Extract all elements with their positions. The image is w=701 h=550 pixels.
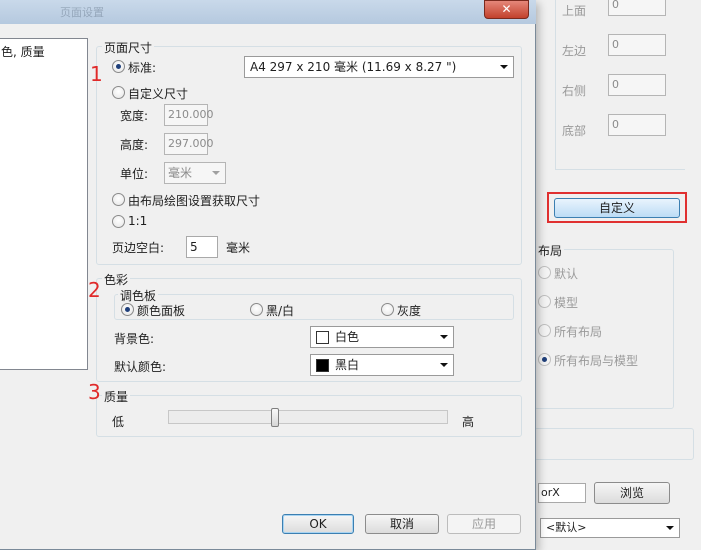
page-setup-dialog: 页面设置 ✕ 色, 质量 页面尺寸 1 标准: A4 297 x 210 毫米 … [0, 0, 536, 550]
default-color-label: 默认颜色: [114, 360, 167, 374]
palette-gray-label: 灰度 [397, 304, 422, 318]
margin-unit-label: 毫米 [226, 241, 251, 255]
quality-low-label: 低 [112, 415, 125, 429]
default-swatch [316, 359, 329, 372]
chevron-down-icon [440, 363, 448, 367]
close-icon: ✕ [501, 2, 512, 16]
palette-color-label: 颜色面板 [137, 304, 186, 318]
width-label: 宽度: [120, 109, 149, 123]
bg-browse-button[interactable]: 浏览 [594, 482, 670, 504]
standard-size-radio[interactable] [112, 60, 125, 73]
custom-size-label: 自定义尺寸 [128, 87, 189, 101]
bg-margin-right-label: 右侧 [562, 84, 587, 98]
height-label: 高度: [120, 138, 149, 152]
from-layout-radio[interactable] [112, 193, 125, 206]
unit-label: 单位: [120, 167, 149, 181]
bg-layout-radio-all[interactable] [538, 324, 551, 337]
standard-size-value: A4 297 x 210 毫米 (11.69 x 8.27 ") [250, 60, 457, 74]
color-title: 色彩 [102, 271, 131, 288]
bg-layout-all-model-label: 所有布局与模型 [554, 354, 639, 368]
bg-layout-title: 布局 [536, 242, 565, 259]
category-list[interactable]: 色, 质量 [0, 38, 88, 370]
palette-gray-radio[interactable] [381, 303, 394, 316]
custom-size-radio[interactable] [112, 86, 125, 99]
width-field[interactable]: 210.000 [164, 104, 214, 126]
bg-layout-default-label: 默认 [554, 267, 579, 281]
palette-color-radio[interactable] [121, 303, 134, 316]
bg-margin-bottom-field[interactable]: 0 [608, 114, 666, 136]
unit-value: 毫米 [168, 166, 193, 180]
dialog-title: 页面设置 [60, 6, 104, 19]
bg-margin-bottom-label: 底部 [562, 124, 587, 138]
close-button[interactable]: ✕ [484, 0, 529, 19]
ok-button[interactable]: OK [282, 514, 354, 534]
standard-size-combo[interactable]: A4 297 x 210 毫米 (11.69 x 8.27 ") [244, 56, 514, 78]
quality-high-label: 高 [462, 415, 475, 429]
marker-3: 3 [88, 380, 101, 404]
background-color-label: 背景色: [114, 332, 155, 346]
dialog-title-bar: 页面设置 [0, 0, 536, 24]
chevron-down-icon [212, 171, 220, 175]
margin-field[interactable]: 5 [186, 236, 218, 258]
page-size-title: 页面尺寸 [102, 39, 155, 56]
bg-layout-model-label: 模型 [554, 296, 579, 310]
one-to-one-radio[interactable] [112, 215, 125, 228]
background-swatch [316, 331, 329, 344]
bg-empty-group [534, 428, 694, 460]
height-field[interactable]: 297.000 [164, 133, 214, 155]
default-color-value: 黑白 [335, 358, 360, 372]
page-size-group [96, 46, 522, 265]
bg-layout-all-label: 所有布局 [554, 325, 603, 339]
marker-2: 2 [88, 278, 101, 302]
bg-layout-radio-default[interactable] [538, 266, 551, 279]
background-window: 上面 0 左边 0 右侧 0 底部 0 自定义 布局 默认 模型 所有布局 所有… [520, 0, 701, 550]
from-layout-label: 由布局绘图设置获取尺寸 [128, 194, 261, 208]
chevron-down-icon [440, 335, 448, 339]
bg-margin-top-field[interactable]: 0 [608, 0, 666, 16]
bg-layout-radio-all-model[interactable] [538, 353, 551, 366]
bg-default-combo[interactable]: <默认> [540, 518, 680, 538]
list-item[interactable]: 色, 质量 [1, 43, 45, 60]
quality-slider-thumb[interactable] [271, 408, 280, 427]
chevron-down-icon [500, 65, 508, 69]
marker-1: 1 [90, 62, 103, 86]
standard-size-label: 标准: [128, 61, 157, 75]
bg-margin-right-field[interactable]: 0 [608, 74, 666, 96]
apply-button[interactable]: 应用 [447, 514, 521, 534]
unit-combo[interactable]: 毫米 [164, 162, 226, 184]
default-color-combo[interactable]: 黑白 [310, 354, 454, 376]
bg-path-field[interactable]: orX 11\D [538, 483, 586, 503]
quality-title: 质量 [102, 388, 131, 405]
bg-layout-radio-model[interactable] [538, 295, 551, 308]
bg-margin-left-label: 左边 [562, 44, 587, 58]
palette-bw-radio[interactable] [250, 303, 263, 316]
bg-margin-left-field[interactable]: 0 [608, 34, 666, 56]
margin-label: 页边空白: [112, 241, 165, 255]
chevron-down-icon [666, 526, 674, 530]
background-color-value: 白色 [335, 330, 360, 344]
background-color-combo[interactable]: 白色 [310, 326, 454, 348]
quality-slider-track[interactable] [168, 410, 448, 424]
one-to-one-label: 1:1 [128, 214, 148, 228]
bg-margin-top-label: 上面 [562, 4, 587, 18]
bg-default-combo-value: <默认> [546, 521, 587, 534]
palette-bw-label: 黑/白 [266, 304, 295, 318]
custom-button[interactable]: 自定义 [554, 198, 680, 218]
cancel-button[interactable]: 取消 [365, 514, 439, 534]
